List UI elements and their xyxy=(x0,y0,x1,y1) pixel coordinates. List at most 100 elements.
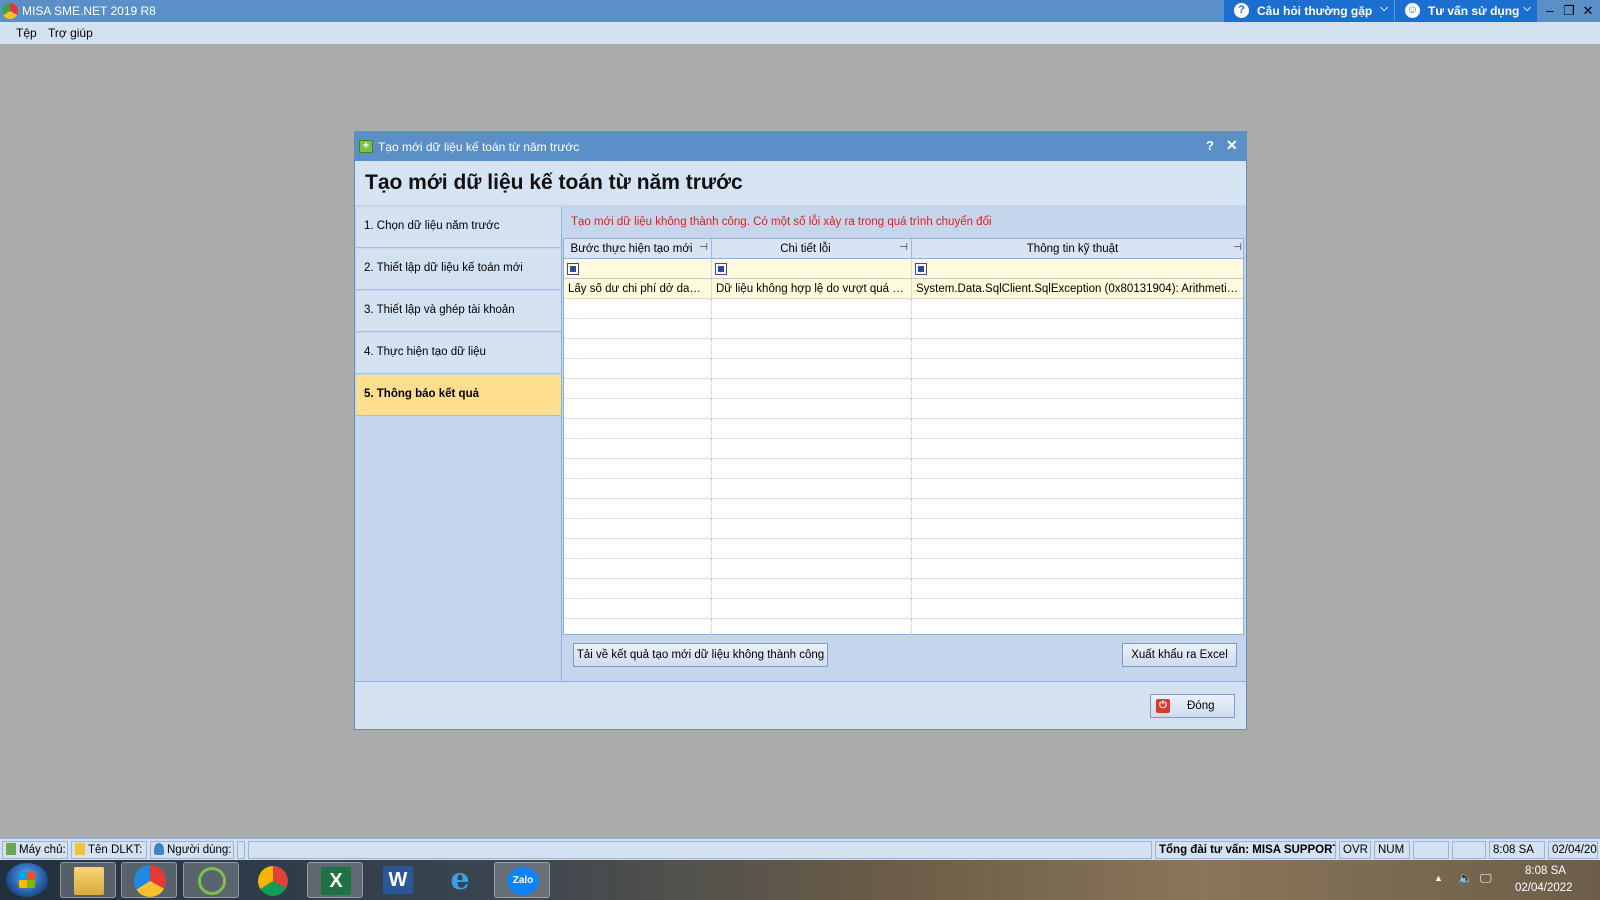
volume-icon[interactable]: 🔈 xyxy=(1458,871,1473,900)
empty-table-cell xyxy=(564,599,712,619)
empty-table-cell xyxy=(564,619,712,634)
pin-icon[interactable]: ⊣ xyxy=(699,242,708,253)
empty-table-cell xyxy=(564,399,712,419)
empty-table-cell xyxy=(564,559,712,579)
empty-table-cell xyxy=(564,459,712,479)
empty-table-cell xyxy=(712,459,912,479)
menu-file[interactable]: Tệp xyxy=(16,26,37,40)
empty-table-cell xyxy=(712,499,912,519)
help-icon[interactable]: ? xyxy=(1206,138,1214,153)
filter-cell[interactable] xyxy=(564,259,712,279)
column-header-step[interactable]: Bước thực hiện tạo mới ⊣ xyxy=(564,239,712,259)
chrome-icon[interactable] xyxy=(245,862,301,898)
pin-icon[interactable]: ⊣ xyxy=(1233,242,1242,253)
empty-table-cell xyxy=(712,419,912,439)
empty-table-cell xyxy=(912,559,1243,579)
menu-bar: Tệp Trợ giúp xyxy=(0,22,1600,44)
empty-table-cell xyxy=(912,479,1243,499)
status-spacer xyxy=(237,841,245,859)
empty-table-row xyxy=(564,499,1243,519)
empty-table-cell xyxy=(564,299,712,319)
faq-button[interactable]: ? Câu hỏi thường gặp ⌵ xyxy=(1224,0,1394,22)
table-cell: Lấy số dư chi phí dở dang... xyxy=(564,279,712,299)
empty-table-cell xyxy=(712,299,912,319)
column-header-error-detail[interactable]: Chi tiết lỗi ⊣ xyxy=(712,239,912,259)
restore-icon[interactable]: ❐ xyxy=(1560,2,1578,20)
empty-table-cell xyxy=(564,579,712,599)
close-button[interactable]: ⏻ Đóng xyxy=(1150,694,1235,718)
empty-table-cell xyxy=(712,319,912,339)
dialog-titlebar: + Tạo mới dữ liệu kế toán từ năm trước ?… xyxy=(355,132,1246,161)
database-icon xyxy=(75,843,85,855)
empty-table-cell xyxy=(712,479,912,499)
dialog-title: Tạo mới dữ liệu kế toán từ năm trước xyxy=(378,140,580,154)
empty-table-cell xyxy=(912,379,1243,399)
filter-icon[interactable] xyxy=(567,263,579,275)
table-row[interactable]: Lấy số dư chi phí dở dang... Dữ liệu khô… xyxy=(564,279,1243,299)
column-header-technical-info[interactable]: Thông tin kỹ thuật ⊣ xyxy=(912,239,1243,259)
empty-table-cell xyxy=(912,519,1243,539)
server-icon xyxy=(6,843,16,855)
empty-table-cell xyxy=(912,359,1243,379)
minimize-icon[interactable]: – xyxy=(1541,2,1559,20)
step-select-previous-data[interactable]: 1. Chọn dữ liệu năm trước xyxy=(356,207,561,248)
empty-table-row xyxy=(564,519,1243,539)
grid-header-row: Bước thực hiện tạo mới ⊣ Chi tiết lỗi ⊣ … xyxy=(564,239,1243,259)
dialog-header: Tạo mới dữ liệu kế toán từ năm trước xyxy=(355,161,1246,205)
network-icon[interactable]: 🖵 xyxy=(1480,871,1492,900)
menu-help[interactable]: Trợ giúp xyxy=(48,26,93,40)
step-label: 2. Thiết lập dữ liệu kế toán mới xyxy=(364,262,523,274)
error-grid[interactable]: Bước thực hiện tạo mới ⊣ Chi tiết lỗi ⊣ … xyxy=(563,238,1244,635)
step-setup-new-data[interactable]: 2. Thiết lập dữ liệu kế toán mới xyxy=(356,249,561,290)
excel-icon[interactable]: X xyxy=(307,862,363,898)
empty-table-cell xyxy=(712,399,912,419)
filter-icon[interactable] xyxy=(915,263,927,275)
empty-table-row xyxy=(564,479,1243,499)
internet-explorer-icon[interactable]: e xyxy=(432,862,488,898)
empty-table-cell xyxy=(564,419,712,439)
step-map-accounts[interactable]: 3. Thiết lập và ghép tài khoản xyxy=(356,291,561,332)
misa-logo-icon xyxy=(2,3,18,19)
chevron-down-icon[interactable]: ⌵ xyxy=(1380,3,1388,14)
step-label: 3. Thiết lập và ghép tài khoản xyxy=(364,304,515,316)
create-data-dialog: + Tạo mới dữ liệu kế toán từ năm trước ?… xyxy=(354,131,1247,730)
unikey-icon[interactable] xyxy=(183,862,239,898)
empty-table-cell xyxy=(564,499,712,519)
filter-cell[interactable] xyxy=(912,259,1243,279)
empty-table-cell xyxy=(912,439,1243,459)
download-failed-results-button[interactable]: Tải về kết quả tạo mới dữ liệu không thà… xyxy=(573,643,828,667)
word-icon[interactable]: W xyxy=(370,862,426,898)
empty-table-cell xyxy=(712,359,912,379)
export-excel-button[interactable]: Xuất khẩu ra Excel xyxy=(1122,643,1237,667)
empty-table-cell xyxy=(912,539,1243,559)
empty-table-row xyxy=(564,459,1243,479)
table-cell: Dữ liệu không hợp lệ do vượt quá độ l... xyxy=(712,279,912,299)
filter-icon[interactable] xyxy=(715,263,727,275)
step-label: 5. Thông báo kết quả xyxy=(364,388,480,400)
status-bar: Máy chủ: Tên DLKT: Người dùng: Tổng đài … xyxy=(0,838,1600,860)
close-icon: ⏻ xyxy=(1156,699,1170,713)
empty-table-cell xyxy=(912,299,1243,319)
pin-icon[interactable]: ⊣ xyxy=(899,242,908,253)
windows-start-icon[interactable] xyxy=(6,863,48,897)
file-explorer-icon[interactable] xyxy=(60,862,116,898)
tray-expand-icon[interactable]: ▲ xyxy=(1434,873,1443,900)
misa-app-icon[interactable] xyxy=(121,862,177,898)
zalo-icon[interactable]: Zalo xyxy=(494,862,550,898)
status-blank xyxy=(248,841,1152,859)
step-result[interactable]: 5. Thông báo kết quả xyxy=(356,375,561,416)
empty-table-row xyxy=(564,399,1243,419)
step-create-data[interactable]: 4. Thực hiện tạo dữ liệu xyxy=(356,333,561,374)
empty-table-cell xyxy=(564,359,712,379)
consult-button[interactable]: ☺ Tư vấn sử dụng ⌵ xyxy=(1395,0,1537,22)
app-title: MISA SME.NET 2019 R8 xyxy=(22,4,156,18)
question-circle-icon: ? xyxy=(1234,3,1249,18)
clock-date[interactable]: 02/04/2022 xyxy=(1515,882,1573,900)
dialog-close-icon[interactable]: ✕ xyxy=(1226,137,1238,154)
empty-table-cell xyxy=(912,499,1243,519)
close-icon[interactable]: ✕ xyxy=(1579,2,1597,20)
dialog-heading: Tạo mới dữ liệu kế toán từ năm trước xyxy=(365,171,743,194)
filter-cell[interactable] xyxy=(712,259,912,279)
chevron-down-icon[interactable]: ⌵ xyxy=(1523,3,1531,14)
empty-table-cell xyxy=(564,519,712,539)
